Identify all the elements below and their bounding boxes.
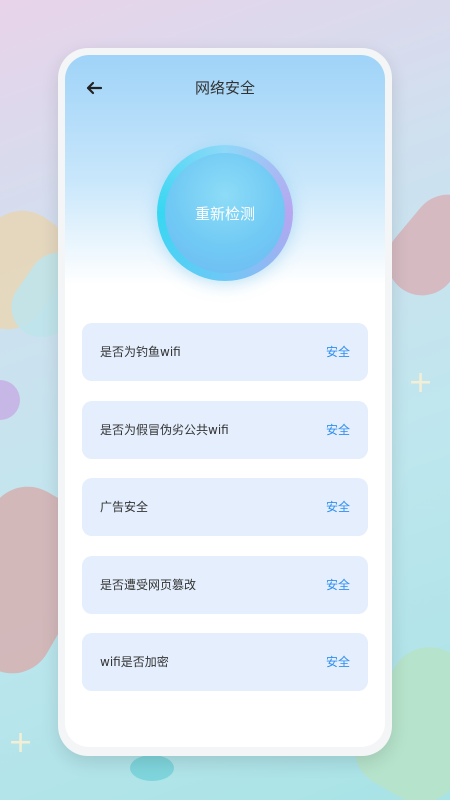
check-item-label: wifi是否加密	[100, 655, 169, 669]
check-item-fake-public-wifi[interactable]: 是否为假冒伪劣公共wifi 安全	[82, 400, 368, 459]
decorative-circle	[130, 755, 174, 781]
check-item-status: 安全	[325, 577, 350, 592]
recheck-button-inner: 重新检测	[165, 153, 285, 273]
app-screen: 网络安全 重新检测 是否为钓鱼wifi 安全 是否为假冒伪劣公共wifi 安全 …	[65, 55, 385, 747]
check-item-label: 是否为钓鱼wifi	[100, 345, 181, 359]
check-item-status: 安全	[325, 422, 350, 437]
check-item-label: 是否为假冒伪劣公共wifi	[100, 422, 229, 437]
sparkle-icon: +	[408, 365, 434, 400]
check-item-status: 安全	[325, 345, 350, 359]
recheck-button-label: 重新检测	[194, 204, 255, 223]
check-item-status: 安全	[325, 655, 350, 669]
check-item-label: 是否遭受网页篡改	[100, 577, 197, 592]
check-item-ad-security[interactable]: 广告安全 安全	[82, 478, 368, 536]
page-title: 网络安全	[194, 79, 255, 97]
decorative-circle	[0, 380, 20, 420]
check-item-label: 广告安全	[100, 500, 149, 514]
phone-frame: 网络安全 重新检测 是否为钓鱼wifi 安全 是否为假冒伪劣公共wifi 安全 …	[58, 48, 392, 756]
check-item-phishing-wifi[interactable]: 是否为钓鱼wifi 安全	[82, 323, 368, 381]
top-bar: 网络安全	[65, 73, 385, 103]
recheck-button[interactable]: 重新检测	[157, 145, 293, 281]
check-item-webpage-tampering[interactable]: 是否遭受网页篡改 安全	[82, 555, 368, 614]
security-check-list: 是否为钓鱼wifi 安全 是否为假冒伪劣公共wifi 安全 广告安全 安全 是否…	[82, 323, 368, 711]
check-item-wifi-encryption[interactable]: wifi是否加密 安全	[82, 633, 368, 691]
sparkle-icon: +	[8, 725, 34, 760]
check-item-status: 安全	[325, 500, 350, 514]
